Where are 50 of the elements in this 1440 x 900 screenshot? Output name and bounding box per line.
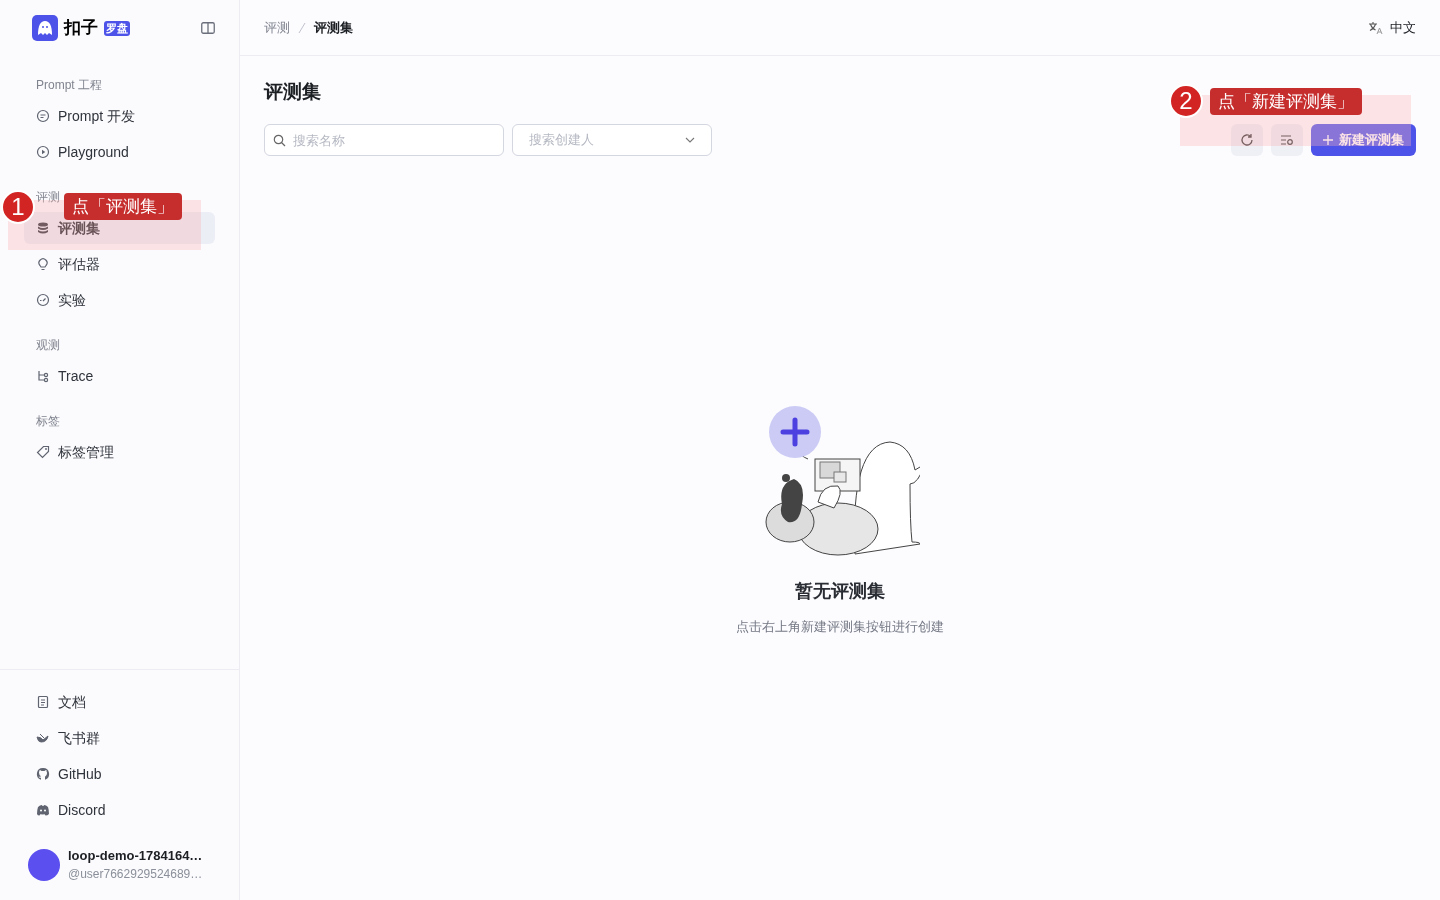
- bird-icon: [36, 731, 50, 745]
- user-name: loop-demo-1784164…: [68, 847, 203, 865]
- breadcrumb-link[interactable]: 评测: [264, 17, 290, 38]
- sidebar-item[interactable]: Trace: [24, 360, 215, 392]
- refresh-icon: [1240, 133, 1254, 147]
- sidebar-item[interactable]: GitHub: [24, 758, 215, 790]
- callout-label: 点「新建评测集」: [1210, 88, 1362, 115]
- translate-icon: [1368, 20, 1384, 35]
- play-icon: [36, 145, 50, 159]
- section-heading: 标签: [36, 413, 60, 430]
- chevron-down-icon: [685, 137, 695, 143]
- user-handle: @user7662929524689…: [68, 866, 203, 883]
- section-heading: 观测: [36, 337, 60, 354]
- gauge-icon: [36, 293, 50, 307]
- empty-state-title: 暂无评测集: [795, 580, 885, 603]
- search-field[interactable]: 搜索名称: [264, 124, 504, 156]
- sidebar-item[interactable]: 评估器: [24, 248, 215, 280]
- search-icon: [273, 134, 286, 147]
- database-icon: [36, 221, 50, 235]
- breadcrumb-current: 评测集: [314, 18, 353, 37]
- breadcrumb-separator: [298, 21, 306, 34]
- avatar[interactable]: [28, 849, 60, 881]
- logo-text: 扣子: [64, 17, 98, 40]
- discord-icon: [36, 803, 50, 817]
- list-settings-icon: [1280, 134, 1294, 146]
- sidebar-item[interactable]: 飞书群: [24, 722, 215, 754]
- callout-label: 点「评测集」: [64, 193, 182, 220]
- document-icon: [36, 695, 50, 709]
- sidebar-item[interactable]: Discord: [24, 794, 215, 826]
- sidebar-toggle-icon[interactable]: [201, 22, 215, 34]
- step-number-badge: 2: [1169, 84, 1203, 118]
- plus-icon: [1323, 135, 1333, 145]
- refresh-button[interactable]: [1231, 124, 1263, 156]
- sidebar-item[interactable]: 文档: [24, 686, 215, 718]
- language-button[interactable]: 中文: [1368, 17, 1416, 38]
- logo-badge: 罗盘: [104, 20, 130, 36]
- logo-icon: [32, 15, 58, 41]
- hierarchy-icon: [36, 369, 50, 383]
- sidebar-item[interactable]: 标签管理: [24, 436, 215, 468]
- lightbulb-icon: [36, 257, 50, 271]
- tag-icon: [36, 445, 50, 459]
- section-heading: Prompt 工程: [36, 77, 102, 94]
- chat-bubble-icon: [36, 109, 50, 123]
- section-heading: 评测: [36, 189, 60, 206]
- github-icon: [36, 767, 50, 781]
- sidebar-item[interactable]: Prompt 开发: [24, 100, 215, 132]
- empty-state-description: 点击右上角新建评测集按钮进行创建: [736, 618, 944, 636]
- sidebar-item[interactable]: Playground: [24, 136, 215, 168]
- page-title: 评测集: [264, 80, 321, 104]
- sidebar-item[interactable]: 实验: [24, 284, 215, 316]
